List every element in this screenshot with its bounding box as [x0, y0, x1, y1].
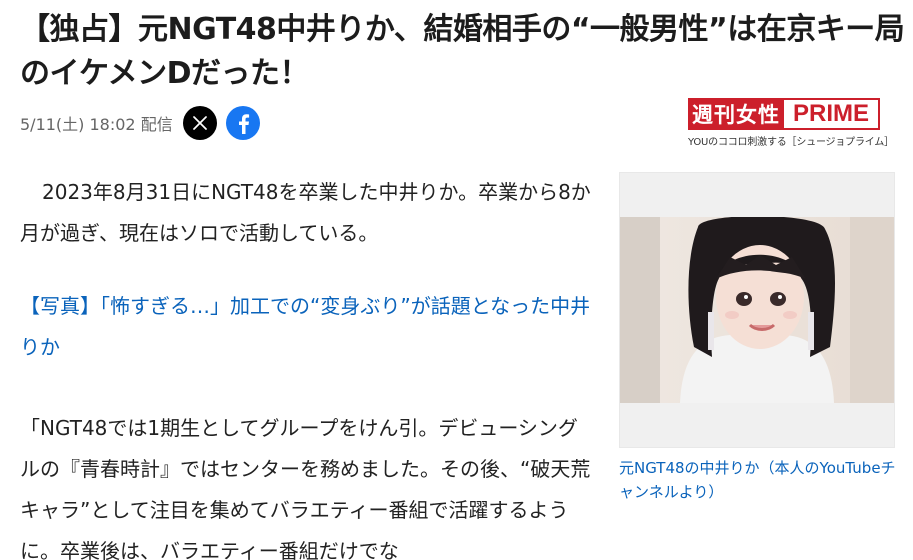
photo-image	[620, 217, 894, 403]
x-logo-icon	[192, 116, 207, 130]
article-meta: 5/11(土) 18:02 配信	[20, 104, 269, 142]
share-x-button[interactable]	[182, 106, 217, 140]
publisher-tagline: YOUのココロ刺激する［シュージョプライム］	[688, 137, 894, 148]
photo-gallery-link[interactable]: 【写真】「怖すぎる…」加工での“変身ぶり”が話題となった中井りか	[20, 286, 595, 368]
publisher-name-en: PRIME	[784, 98, 880, 130]
facebook-icon	[238, 114, 249, 134]
publish-date: 5/11(土) 18:02 配信	[20, 111, 173, 135]
article-photo[interactable]	[619, 172, 895, 448]
distribution-label: 配信	[140, 115, 173, 134]
photo-caption[interactable]: 元NGT48の中井りか（本人のYouTubeチャンネルより）	[619, 456, 899, 504]
article-title: 【独占】元NGT48中井りか、結婚相手の“一般男性”は在京キー局のイケメンDだっ…	[20, 12, 905, 91]
publisher-logo[interactable]: 週刊女性 PRIME YOUのココロ刺激する［シュージョプライム］	[688, 98, 894, 148]
article-paragraph: 「NGT48では1期生としてグループをけん引。デビューシングルの『青春時計』では…	[20, 416, 591, 560]
share-facebook-button[interactable]	[225, 106, 260, 140]
publisher-name-jp: 週刊女性	[688, 98, 784, 130]
publish-date-value: 5/11(土) 18:02	[20, 115, 136, 134]
article-paragraph: 2023年8月31日にNGT48を卒業した中井りか。卒業から8か月が過ぎ、現在は…	[20, 180, 591, 245]
